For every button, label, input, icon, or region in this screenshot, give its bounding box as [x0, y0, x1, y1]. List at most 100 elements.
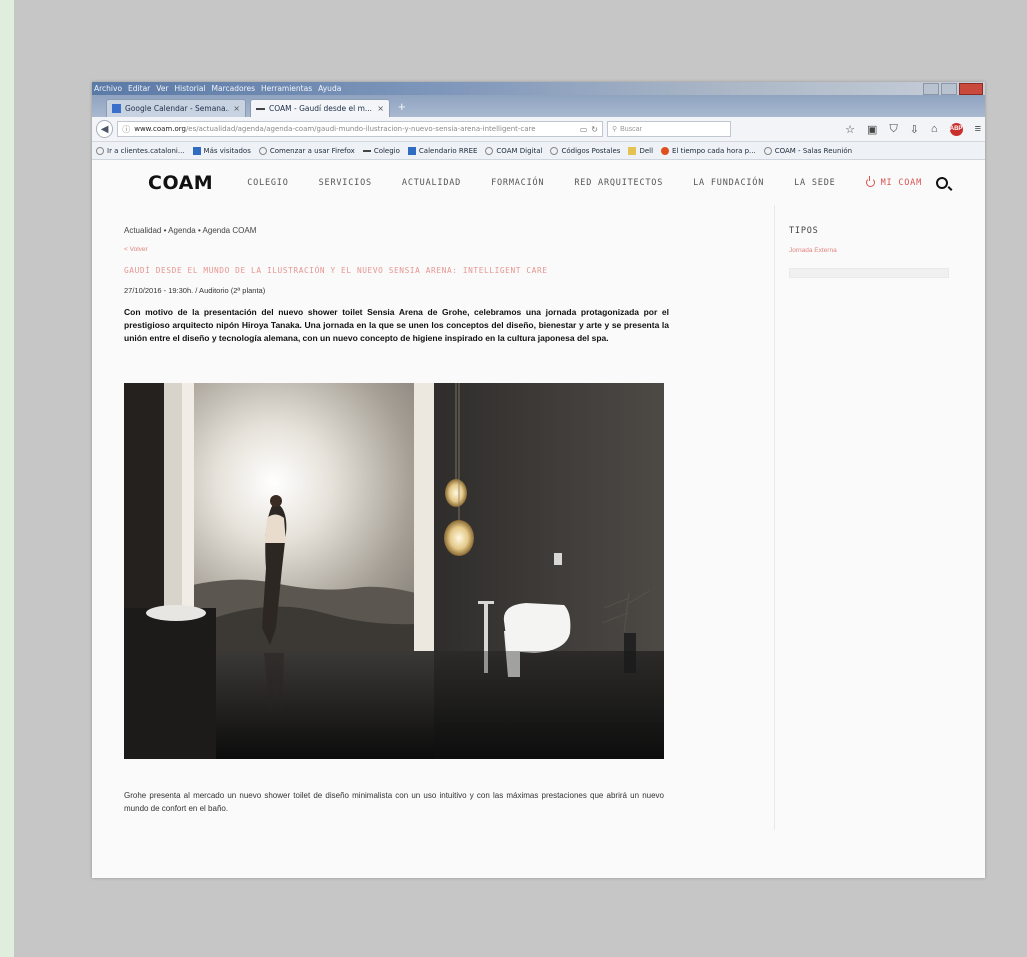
address-bar[interactable]: ⓘ www.coam.org/es/actualidad/agenda/agen… — [117, 121, 603, 137]
new-tab-button[interactable]: + — [398, 99, 406, 114]
bookmark-item[interactable]: El tiempo cada hora p... — [661, 146, 756, 155]
bookmark-item[interactable]: Códigos Postales — [550, 146, 621, 155]
nav-formacion[interactable]: FORMACIÓN — [491, 178, 544, 188]
bookmark-label: Comenzar a usar Firefox — [269, 146, 355, 155]
bookmark-item[interactable]: Ir a clientes.cataloni... — [96, 146, 185, 155]
power-icon — [865, 176, 875, 187]
search-icon: ⚲ — [611, 126, 618, 133]
bookmark-label: Dell — [639, 146, 654, 155]
site-header: COAM COLEGIO SERVICIOS ACTUALIDAD FORMAC… — [92, 160, 985, 205]
nav-red-arquitectos[interactable]: RED ARQUITECTOS — [574, 178, 663, 188]
sidebar-divider — [774, 205, 775, 830]
sidebar: TIPOS Jornada Externa — [789, 226, 949, 278]
clipboard-icon[interactable]: ▣ — [867, 123, 877, 136]
close-window-button[interactable] — [959, 83, 983, 95]
tab-coam[interactable]: COAM - Gaudí desde el m... × — [250, 99, 390, 117]
bookmark-label: Más visitados — [203, 146, 251, 155]
tab-strip: Google Calendar - Semana... × COAM - Gau… — [92, 95, 985, 117]
mi-coam-link[interactable]: MI COAM — [865, 176, 923, 188]
event-meta: 27/10/2016 - 19:30h. / Auditorio (2ª pla… — [124, 286, 266, 295]
nav-servicios[interactable]: SERVICIOS — [319, 178, 372, 188]
weather-icon — [661, 146, 670, 155]
bookmark-label: Calendario RREE — [418, 146, 478, 155]
event-title: GAUDÍ DESDE EL MUNDO DE LA ILUSTRACIÓN Y… — [124, 266, 548, 275]
bathroom-photo — [124, 383, 664, 759]
nav-la-fundacion[interactable]: LA FUNDACIÓN — [693, 178, 764, 188]
url-domain: www.coam.org — [134, 125, 186, 133]
tab-label: Google Calendar - Semana... — [125, 104, 230, 113]
article: Actualidad • Agenda • Agenda COAM < Volv… — [124, 226, 669, 813]
bookmark-item[interactable]: Calendario RREE — [407, 146, 478, 155]
body-text: Grohe presenta al mercado un nuevo showe… — [124, 791, 664, 813]
menu-ayuda[interactable]: Ayuda — [318, 84, 341, 93]
globe-icon — [258, 146, 267, 155]
close-tab-icon[interactable]: × — [377, 104, 384, 113]
bookmark-item[interactable]: COAM - Salas Reunión — [763, 146, 853, 155]
home-icon[interactable]: ⌂ — [931, 123, 938, 135]
reader-view-icon[interactable]: ▭ — [580, 125, 588, 134]
bookmark-item[interactable]: Más visitados — [192, 146, 251, 155]
sidebar-link[interactable]: Jornada Externa — [789, 247, 949, 254]
nav-la-sede[interactable]: LA SEDE — [794, 178, 835, 188]
tab-label: COAM - Gaudí desde el m... — [269, 104, 373, 113]
globe-icon — [485, 146, 494, 155]
bookmark-label: Ir a clientes.cataloni... — [107, 146, 185, 155]
menu-icon[interactable]: ≡ — [975, 123, 981, 135]
coam-favicon-icon — [256, 107, 265, 110]
bookmarks-toolbar: Ir a clientes.cataloni... Más visitados … — [92, 142, 985, 160]
folder-icon — [628, 146, 637, 155]
globe-icon — [550, 146, 559, 155]
menu-editar[interactable]: Editar — [128, 84, 150, 93]
bookmark-label: Colegio — [373, 146, 400, 155]
back-link[interactable]: < Volver — [124, 246, 669, 253]
minimize-button[interactable] — [923, 83, 939, 95]
menu-archivo[interactable]: Archivo — [94, 84, 122, 93]
globe-icon — [763, 146, 772, 155]
maximize-button[interactable] — [941, 83, 957, 95]
adblock-icon[interactable]: ABP — [949, 122, 963, 136]
menu-marcadores[interactable]: Marcadores — [212, 84, 256, 93]
breadcrumb[interactable]: Actualidad • Agenda • Agenda COAM — [124, 226, 669, 235]
navigation-toolbar: ◀ ⓘ www.coam.org/es/actualidad/agenda/ag… — [92, 117, 985, 142]
bookmark-label: COAM Digital — [496, 146, 543, 155]
bookmark-label: Códigos Postales — [561, 146, 621, 155]
browser-window: Archivo Editar Ver Historial Marcadores … — [92, 82, 985, 878]
nav-actualidad[interactable]: ACTUALIDAD — [402, 178, 461, 188]
coam-logo[interactable]: COAM — [148, 172, 213, 194]
menu-ver[interactable]: Ver — [156, 84, 168, 93]
pocket-icon[interactable]: ⛉ — [889, 123, 897, 136]
window-controls — [923, 83, 983, 95]
globe-icon — [96, 146, 104, 155]
search-placeholder: Buscar — [620, 125, 642, 133]
bookmark-label: COAM - Salas Reunión — [774, 146, 853, 155]
tab-google-calendar[interactable]: Google Calendar - Semana... × — [106, 99, 246, 117]
calendar-icon — [407, 146, 416, 155]
close-tab-icon[interactable]: × — [233, 104, 240, 113]
nav-colegio[interactable]: COLEGIO — [247, 178, 288, 188]
menu-historial[interactable]: Historial — [175, 84, 206, 93]
sidebar-heading: TIPOS — [789, 226, 819, 236]
menu-bar: Archivo Editar Ver Historial Marcadores … — [92, 82, 985, 95]
search-bar[interactable]: ⚲ Buscar — [606, 121, 732, 137]
page-background: Archivo Editar Ver Historial Marcadores … — [14, 0, 1027, 957]
reload-icon[interactable]: ↻ — [591, 125, 598, 134]
info-icon[interactable]: ⓘ — [122, 124, 130, 135]
back-button[interactable]: ◀ — [96, 120, 114, 138]
mi-coam-label: MI COAM — [880, 177, 923, 188]
bookmark-item[interactable]: COAM Digital — [485, 146, 543, 155]
bookmark-label: El tiempo cada hora p... — [672, 146, 756, 155]
bookmark-item[interactable]: Colegio — [362, 146, 400, 155]
bookmark-star-icon[interactable]: ☆ — [845, 123, 855, 136]
web-page: COAM COLEGIO SERVICIOS ACTUALIDAD FORMAC… — [92, 160, 985, 860]
sidebar-box — [789, 268, 949, 278]
bookmark-item[interactable]: Dell — [628, 146, 654, 155]
search-icon[interactable] — [936, 176, 949, 189]
calendar-icon — [112, 104, 121, 113]
toolbar-icons: ☆ ▣ ⛉ ⇩ ⌂ ABP ≡ — [845, 122, 981, 136]
folder-icon — [192, 146, 201, 155]
bookmark-item[interactable]: Comenzar a usar Firefox — [258, 146, 355, 155]
url-path: /es/actualidad/agenda/agenda-coam/gaudi-… — [185, 125, 536, 133]
menu-herramientas[interactable]: Herramientas — [261, 84, 312, 93]
coam-favicon-icon — [362, 149, 371, 152]
download-icon[interactable]: ⇩ — [910, 123, 919, 136]
